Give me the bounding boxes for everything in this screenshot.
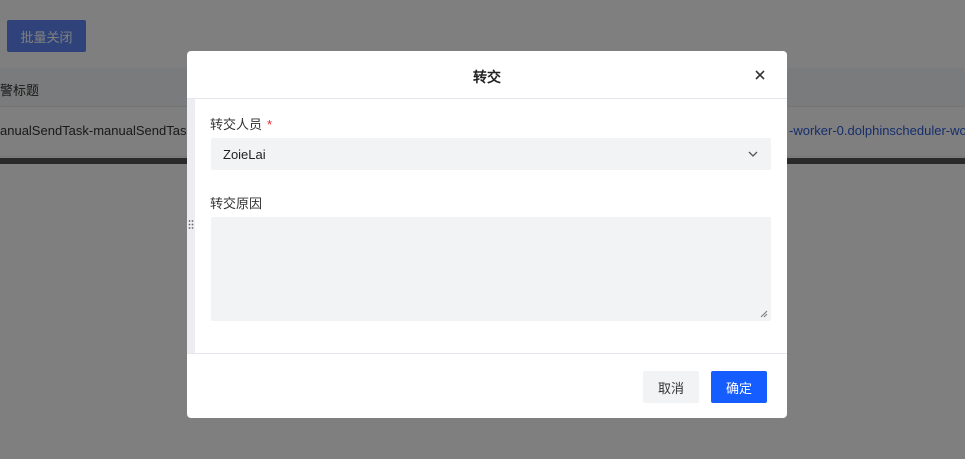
assignee-label: 转交人员 *	[210, 114, 272, 133]
reason-label: 转交原因	[210, 196, 263, 211]
resize-grip-icon[interactable]	[760, 310, 768, 318]
close-icon[interactable]	[752, 67, 768, 83]
assignee-select-value: ZoieLai	[223, 147, 266, 162]
confirm-button[interactable]: 确定	[711, 371, 767, 403]
drag-handle-icon[interactable]	[188, 219, 194, 233]
reason-textarea[interactable]	[211, 217, 771, 321]
cancel-button[interactable]: 取消	[643, 371, 699, 403]
dialog-header: 转交	[187, 51, 787, 99]
chevron-down-icon	[748, 151, 758, 157]
assignee-select[interactable]: ZoieLai	[211, 138, 771, 170]
resize-sidebar[interactable]	[187, 99, 195, 353]
required-mark: *	[267, 117, 273, 132]
dialog-title: 转交	[473, 69, 501, 85]
page: 批量关闭 警标题 anualSendTask-manualSendTask- -…	[0, 0, 965, 459]
dialog-body: 转交人员 * ZoieLai 转交原因	[187, 99, 787, 353]
dialog-footer: 取消 确定	[187, 353, 787, 418]
transfer-dialog: 转交 转交人员 * ZoieLai 转交原因 取消 确定	[187, 51, 787, 418]
assignee-label-text: 转交人员	[210, 117, 263, 132]
